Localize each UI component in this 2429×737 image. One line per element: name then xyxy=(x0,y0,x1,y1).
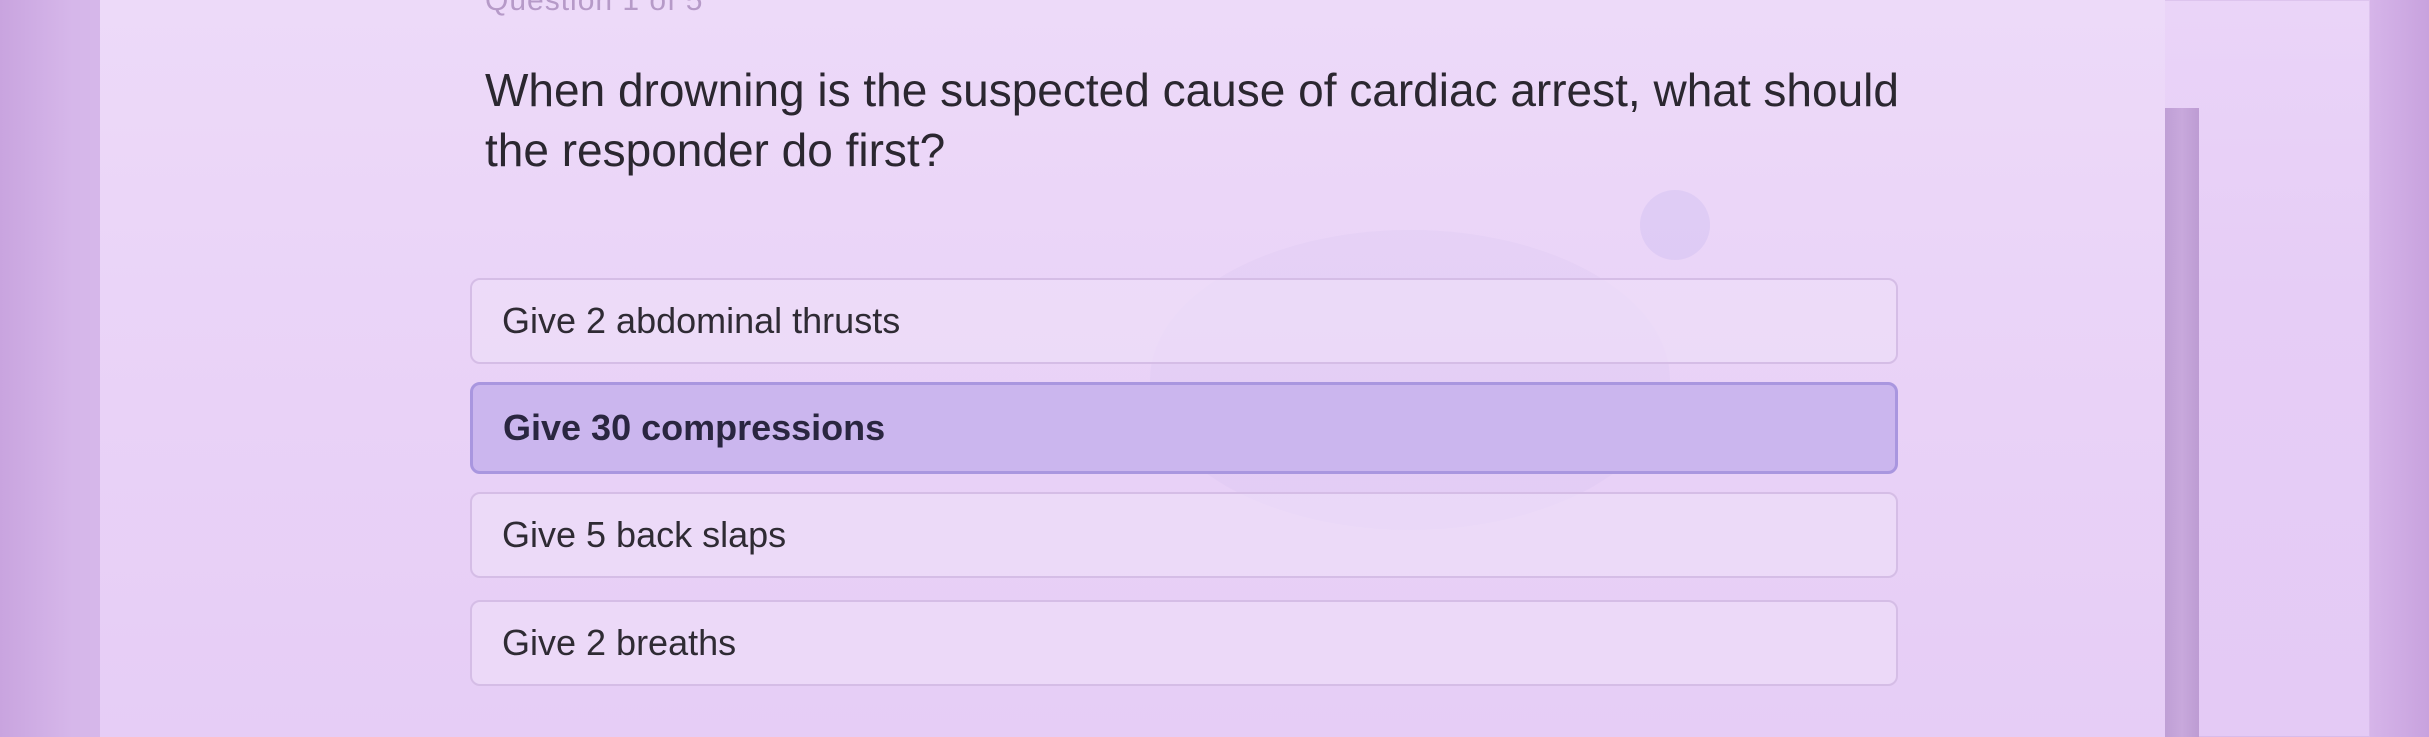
quiz-card: Question 1 of 5 When drowning is the sus… xyxy=(100,0,2165,737)
question-text: When drowning is the suspected cause of … xyxy=(485,64,1899,176)
answer-label: Give 2 breaths xyxy=(502,622,737,663)
answer-label: Give 5 back slaps xyxy=(502,514,787,555)
answer-option-2[interactable]: Give 30 compressions xyxy=(470,382,1898,474)
answer-option-1[interactable]: Give 2 abdominal thrusts xyxy=(470,278,1898,364)
answer-option-3[interactable]: Give 5 back slaps xyxy=(470,492,1898,578)
question-counter: Question 1 of 5 xyxy=(485,0,704,17)
answer-option-4[interactable]: Give 2 breaths xyxy=(470,600,1898,686)
background-reflection xyxy=(1640,190,1710,260)
vertical-scrollbar[interactable] xyxy=(2165,108,2199,737)
answer-label: Give 30 compressions xyxy=(503,407,886,448)
answer-label: Give 2 abdominal thrusts xyxy=(502,300,901,341)
answer-list: Give 2 abdominal thrusts Give 30 compres… xyxy=(470,278,1900,708)
screen-panel: Question 1 of 5 When drowning is the sus… xyxy=(100,0,2370,737)
